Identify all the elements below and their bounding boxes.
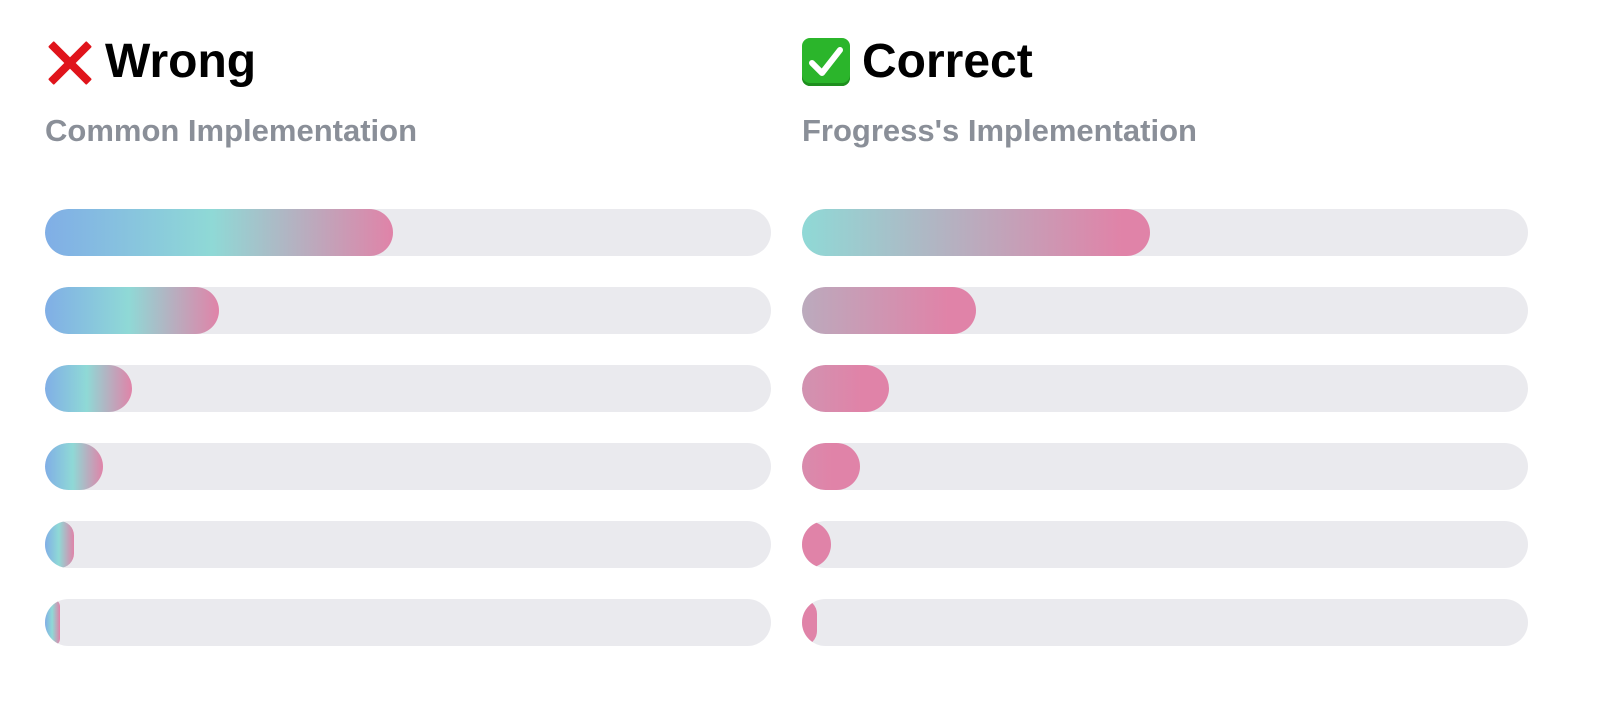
check-mark-icon <box>802 38 850 86</box>
wrong-progress-fill <box>45 521 75 568</box>
correct-progress-track <box>802 599 1528 646</box>
wrong-progress-track <box>45 365 771 412</box>
wrong-progress-fill <box>45 443 104 490</box>
correct-progress-track <box>802 443 1528 490</box>
correct-subtitle: Frogress's Implementation <box>802 113 1197 148</box>
correct-title: Correct <box>862 35 1033 88</box>
correct-column: Correct Frogress's Implementation <box>802 0 1552 702</box>
correct-progress-fill <box>802 365 890 412</box>
wrong-subtitle: Common Implementation <box>45 113 418 148</box>
correct-progress-fill <box>802 443 861 490</box>
wrong-progress-fill <box>45 365 133 412</box>
wrong-progress-fill <box>45 209 394 256</box>
correct-heading: Correct <box>802 34 1033 90</box>
wrong-progress-track <box>45 599 771 646</box>
correct-progress-fill <box>802 521 832 568</box>
wrong-column: Wrong Common Implementation <box>45 0 795 702</box>
correct-progress-track <box>802 521 1528 568</box>
correct-progress-fill <box>802 287 977 334</box>
wrong-progress-track <box>45 443 771 490</box>
wrong-heading: Wrong <box>45 34 256 90</box>
correct-progress-track <box>802 209 1528 256</box>
correct-progress-fill <box>802 599 817 646</box>
wrong-progress-track <box>45 287 771 334</box>
wrong-progress-track <box>45 521 771 568</box>
correct-progress-fill <box>802 209 1151 256</box>
correct-progress-track <box>802 287 1528 334</box>
wrong-title: Wrong <box>105 35 257 88</box>
wrong-progress-fill <box>45 287 220 334</box>
cross-mark-icon <box>45 38 93 86</box>
wrong-progress-fill <box>45 599 60 646</box>
wrong-progress-track <box>45 209 771 256</box>
correct-progress-track <box>802 365 1528 412</box>
